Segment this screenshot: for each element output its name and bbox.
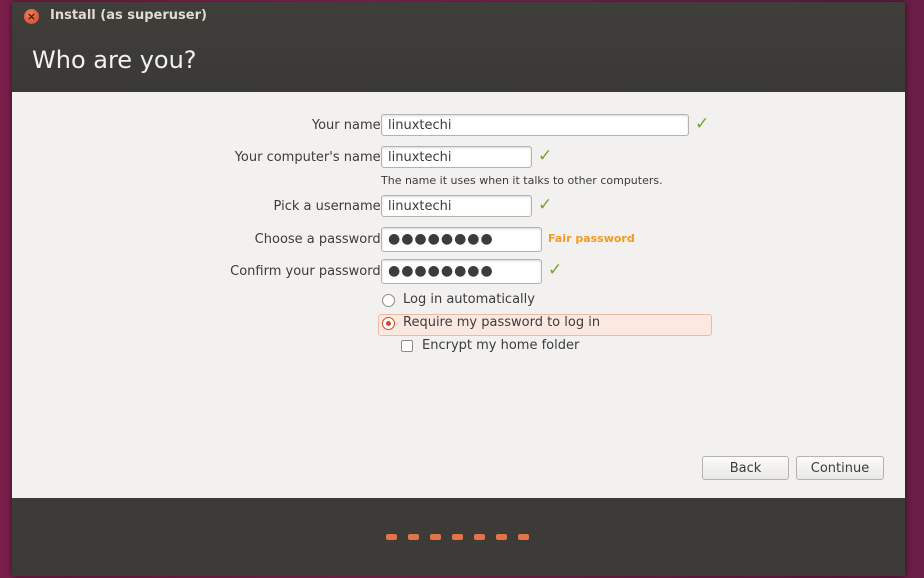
login-automatically-label: Log in automatically [403,292,535,307]
computer-name-label: Your computer's name: [234,150,385,165]
progress-footer [12,498,905,576]
progress-step-dot [386,534,397,540]
progress-step-dot [518,534,529,540]
window-title: Install (as superuser) [50,8,207,23]
require-password-radio[interactable] [382,317,395,330]
computer-name-valid-check-icon: ✓ [538,146,553,166]
progress-step-dot [408,534,419,540]
username-field[interactable]: linuxtechi [381,195,532,217]
name-field[interactable]: linuxtechi [381,114,689,136]
username-label: Pick a username: [273,199,385,214]
password-field[interactable]: ●●●●●●●● [381,227,542,252]
password-strength-label: Fair password [548,232,635,245]
installer-window: × Install (as superuser) Who are you? Yo… [12,2,905,576]
computer-name-hint: The name it uses when it talks to other … [381,174,663,187]
progress-step-dot [474,534,485,540]
progress-step-dot [430,534,441,540]
name-label: Your name: [311,118,385,133]
encrypt-home-label: Encrypt my home folder [422,338,580,353]
username-valid-check-icon: ✓ [538,195,553,215]
confirm-password-label: Confirm your password: [230,264,385,279]
progress-step-dot [452,534,463,540]
continue-button[interactable]: Continue [796,456,884,480]
back-button[interactable]: Back [702,456,789,480]
confirm-password-valid-check-icon: ✓ [548,260,563,280]
password-label: Choose a password: [254,232,385,247]
page-title: Who are you? [32,46,197,74]
confirm-password-field[interactable]: ●●●●●●●● [381,259,542,284]
user-form: Your name: linuxtechi ✓ Your computer's … [12,92,905,498]
progress-step-dot [496,534,507,540]
title-bar: × Install (as superuser) Who are you? [12,2,905,92]
login-automatically-radio[interactable] [382,294,395,307]
name-valid-check-icon: ✓ [695,114,710,134]
encrypt-home-checkbox[interactable] [401,340,413,352]
computer-name-field[interactable]: linuxtechi [381,146,532,168]
require-password-label: Require my password to log in [403,315,601,330]
close-icon[interactable]: × [24,9,39,24]
